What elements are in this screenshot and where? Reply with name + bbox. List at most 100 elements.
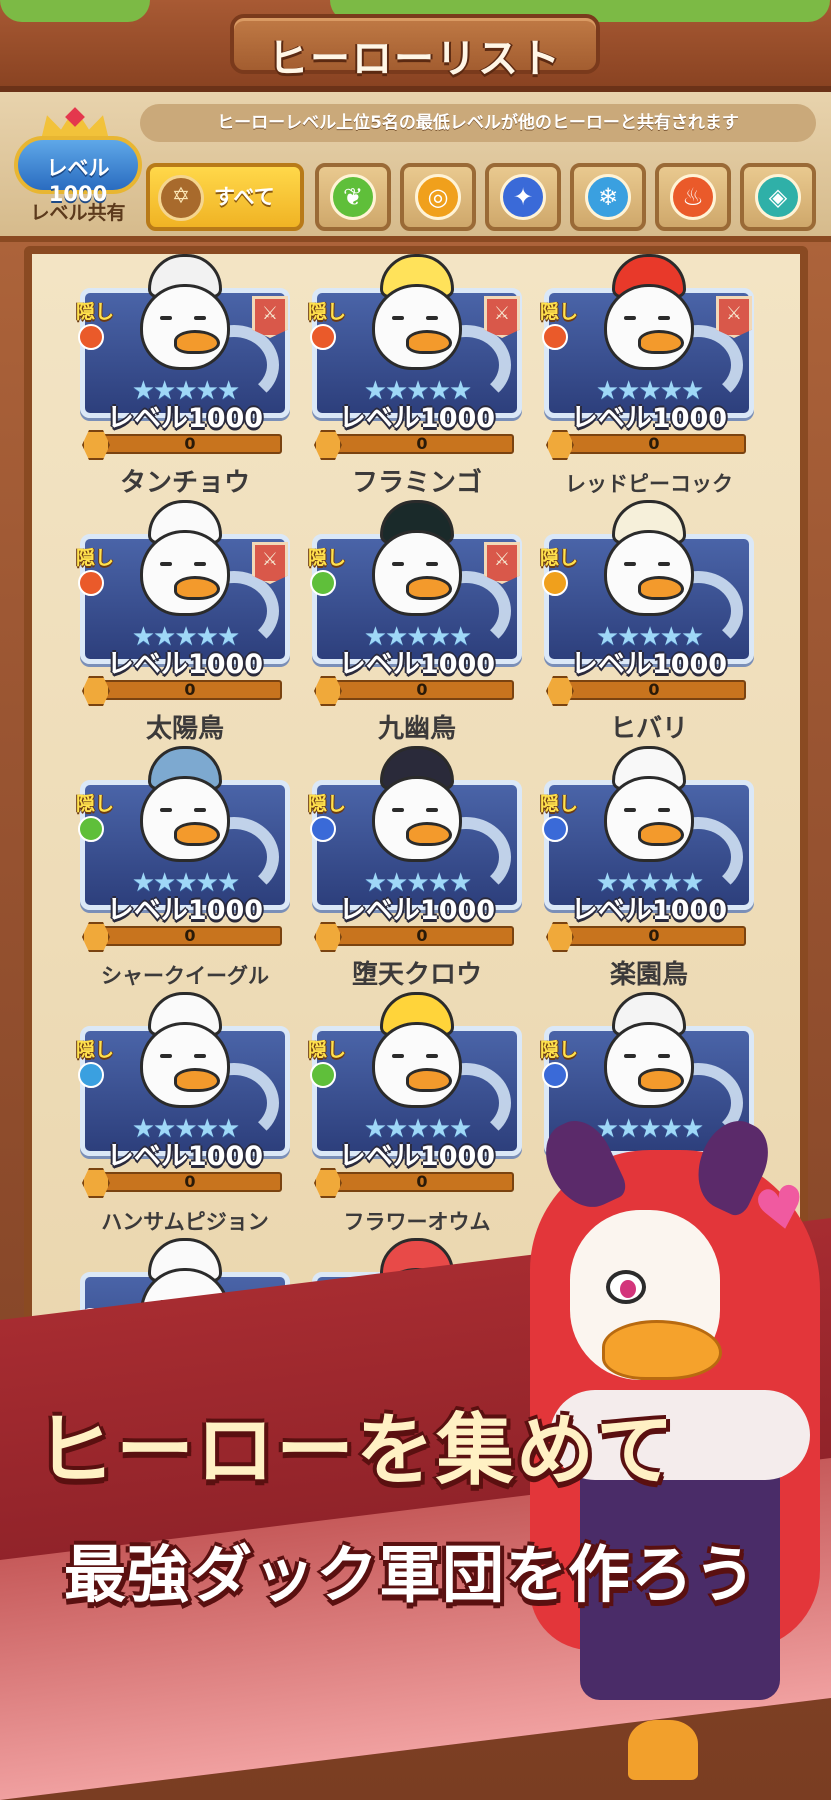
hidden-badge: 隠し — [308, 547, 347, 569]
hero-head — [140, 284, 230, 370]
header-bar: ヒーローリスト — [0, 0, 831, 92]
hero-level: レベル1000 — [106, 649, 264, 680]
filter-element-button[interactable]: ❄ — [570, 163, 646, 231]
crossed-swords-icon: ⚔ — [252, 542, 288, 584]
hero-beak — [406, 822, 452, 846]
shard-progress-bar: 0 — [314, 1168, 514, 1198]
level-share-badge[interactable]: レベル1000 レベル共有 — [4, 106, 144, 226]
level-share-caption: レベル共有 — [30, 202, 126, 224]
hidden-badge: 隠し — [540, 1039, 579, 1061]
hero-name: ハンサムピジョン — [101, 1210, 269, 1234]
hero-beak — [174, 576, 220, 600]
eye-left — [392, 562, 404, 566]
hero-avatar — [594, 992, 704, 1132]
hero-level: レベル1000 — [570, 895, 728, 926]
eye-left — [392, 1054, 404, 1058]
all-elements-icon: ✡ — [158, 175, 204, 221]
hero-head — [140, 530, 230, 616]
hero-beak — [638, 330, 684, 354]
hero-level: レベル1000 — [106, 1141, 264, 1172]
hero-avatar — [130, 992, 240, 1132]
level-share-note: ヒーローレベル上位5名の最低レベルが他のヒーローと共有されます — [140, 104, 816, 142]
shard-count: 0 — [416, 434, 428, 453]
shard-progress-bar: 0 — [546, 430, 746, 460]
hero-avatar — [362, 500, 472, 640]
hero-name: ヒバリ — [609, 714, 688, 744]
promo-subheadline: 最強ダック軍団を作ろう — [64, 1538, 758, 1611]
title-plate: ヒーローリスト — [230, 14, 600, 82]
hero-card[interactable]: 隠し ⚔ ★★★★★ レベル1000 0 九幽鳥 — [308, 500, 522, 744]
hero-card[interactable]: 隠し ⚔ ★★★★★ レベル1000 0 フラミンゴ — [308, 254, 522, 498]
hero-beak — [174, 822, 220, 846]
hero-avatar — [594, 254, 704, 394]
hero-card[interactable]: 隠し ★★★★★ レベル1000 0 ハンサムピジョン — [76, 992, 290, 1234]
hero-avatar — [362, 992, 472, 1132]
shard-progress-bar: 0 — [82, 922, 282, 952]
vortex-icon: ✦ — [500, 174, 546, 220]
eye-left — [624, 1054, 636, 1058]
hero-card[interactable]: 隠し ★★★★★ レベル1000 0 堕天クロウ — [308, 746, 522, 990]
eye-left — [160, 316, 172, 320]
hero-name: 太陽鳥 — [145, 714, 224, 744]
hero-level: レベル1000 — [338, 403, 496, 434]
hero-beak — [638, 1068, 684, 1092]
shard-count: 0 — [184, 926, 196, 945]
element-icon — [542, 1062, 568, 1088]
element-icon — [78, 324, 104, 350]
filter-element-button[interactable]: ♨ — [655, 163, 731, 231]
filter-element-button[interactable]: ✦ — [485, 163, 561, 231]
crossed-swords-icon: ⚔ — [484, 542, 520, 584]
hero-card[interactable]: 隠し ★★★★★ レベル1000 0 シャークイーグル — [76, 746, 290, 988]
hero-card[interactable]: 隠し ★★★★★ レベル1000 0 楽園鳥 — [540, 746, 754, 990]
shard-progress-bar: 0 — [82, 1168, 282, 1198]
filter-all-button[interactable]: ✡ すべて — [146, 163, 304, 231]
crystal-icon: ◈ — [755, 174, 801, 220]
eye-right — [194, 1054, 206, 1058]
filter-element-button[interactable]: ◎ — [400, 163, 476, 231]
hero-avatar — [362, 254, 472, 394]
eye-left — [624, 562, 636, 566]
hero-head — [372, 776, 462, 862]
hero-name: フラミンゴ — [351, 468, 482, 498]
hero-card[interactable]: 隠し ★★★★★ レベル1000 0 フラワーオウム — [308, 992, 522, 1234]
hero-level: レベル1000 — [570, 403, 728, 434]
element-icon — [78, 816, 104, 842]
shard-count: 0 — [184, 434, 196, 453]
leaves-decoration — [0, 0, 150, 22]
hero-card[interactable]: 隠し ⚔ ★★★★★ レベル1000 0 太陽鳥 — [76, 500, 290, 744]
eye-left — [160, 1054, 172, 1058]
hero-name: レッドピーコック — [565, 472, 733, 496]
shard-progress-bar: 0 — [546, 676, 746, 706]
shard-progress-bar: 0 — [314, 922, 514, 952]
hero-level: レベル1000 — [570, 649, 728, 680]
hero-card[interactable]: 隠し ⚔ ★★★★★ レベル1000 0 レッドピーコック — [540, 254, 754, 496]
promo-headline: ヒーローを集めて — [36, 1406, 677, 1496]
hidden-badge: 隠し — [540, 301, 579, 323]
leaf-icon: ❦ — [330, 174, 376, 220]
shard-progress-bar: 0 — [82, 676, 282, 706]
eye-left — [624, 808, 636, 812]
hero-eye — [606, 1270, 646, 1304]
hero-level: レベル1000 — [338, 1141, 496, 1172]
filter-element-button[interactable]: ◈ — [740, 163, 816, 231]
hero-beak — [406, 1068, 452, 1092]
crossed-swords-icon: ⚔ — [716, 296, 752, 338]
hero-beak — [638, 822, 684, 846]
hero-card[interactable]: 隠し ★★★★★ レベル1000 0 ヒバリ — [540, 500, 754, 744]
shard-count: 0 — [648, 434, 660, 453]
page-title: ヒーローリスト — [268, 36, 562, 82]
shard-count: 0 — [648, 926, 660, 945]
sun-icon: ◎ — [415, 174, 461, 220]
filter-element-button[interactable]: ❦ — [315, 163, 391, 231]
eye-left — [392, 316, 404, 320]
element-icon — [78, 1062, 104, 1088]
crossed-swords-icon: ⚔ — [252, 296, 288, 338]
eye-left — [160, 808, 172, 812]
hidden-badge: 隠し — [308, 793, 347, 815]
hero-card[interactable]: 隠し ⚔ ★★★★★ レベル1000 0 タンチョウ — [76, 254, 290, 498]
shard-count: 0 — [184, 680, 196, 699]
hidden-badge: 隠し — [540, 547, 579, 569]
eye-right — [658, 1054, 670, 1058]
shard-progress-bar: 0 — [82, 430, 282, 460]
hero-level: レベル1000 — [106, 895, 264, 926]
